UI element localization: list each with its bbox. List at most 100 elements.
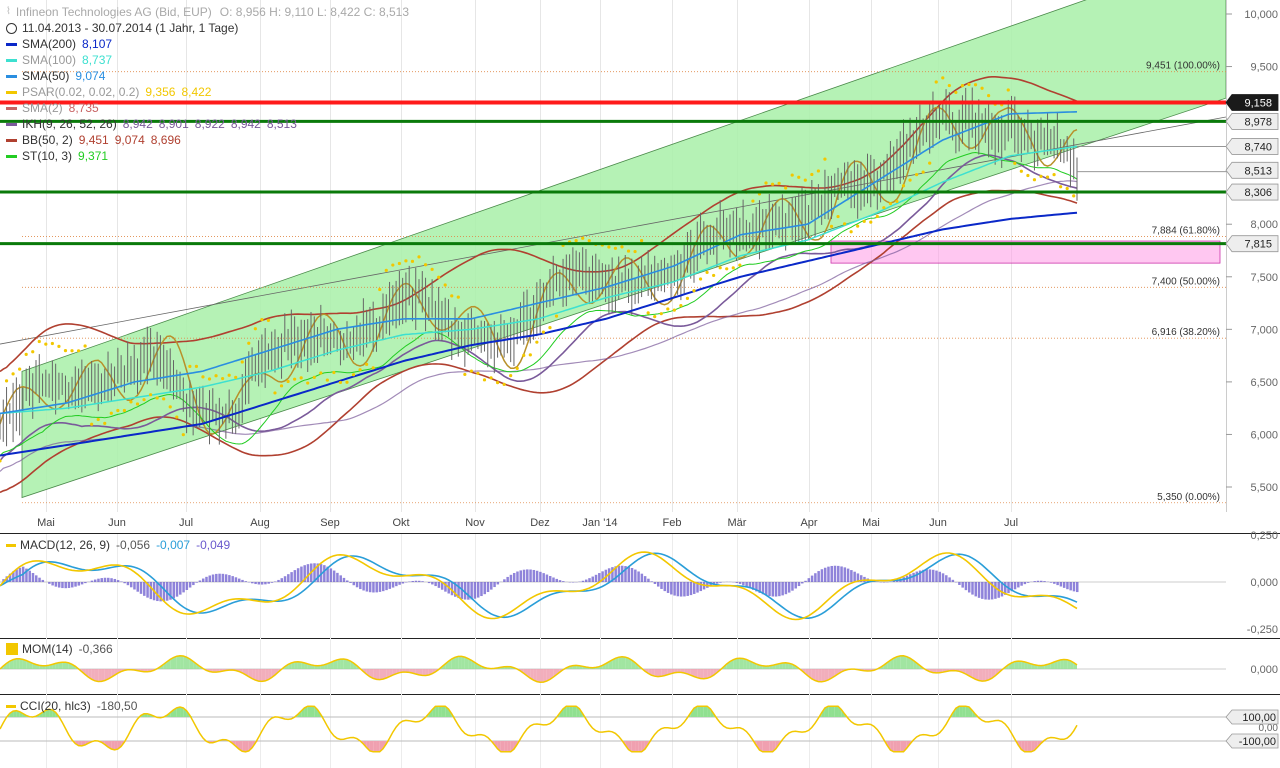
- macd-histogram-bar: [352, 582, 356, 586]
- macd-histogram-bar: [182, 582, 185, 593]
- psar-dot: [109, 411, 113, 415]
- legend-value: 8,942: [122, 117, 153, 131]
- legend-item[interactable]: ST(10, 3) 9,371: [6, 148, 409, 164]
- macd-histogram-bar: [64, 582, 67, 589]
- psar-dot: [888, 202, 893, 206]
- macd-histogram-bar: [51, 582, 54, 586]
- macd-histogram-bar: [270, 582, 274, 583]
- cci-oversold-area: [1027, 741, 1032, 752]
- cci-oversold-area: [369, 741, 374, 752]
- macd-histogram-bar: [951, 579, 955, 582]
- macd-histogram-bar: [143, 582, 146, 596]
- macd-histogram-bar: [673, 582, 676, 596]
- macd-histogram-bar: [591, 576, 595, 582]
- chart-root: { "title": { "instrument": "Infineon Tec…: [0, 0, 1280, 768]
- macd-histogram-bar: [522, 569, 526, 582]
- macd-histogram-bar: [90, 580, 94, 582]
- cci-overbought-area: [569, 706, 573, 717]
- month-label: Okt: [392, 517, 409, 529]
- macd-histogram-bar: [129, 582, 133, 588]
- psar-dot: [371, 366, 375, 370]
- legend-item[interactable]: SMA(200) 8,107: [6, 36, 409, 52]
- psar-dot: [384, 268, 388, 272]
- macd-histogram-bar: [283, 576, 287, 582]
- macd-histogram-bar: [925, 569, 928, 582]
- macd-histogram-bar: [339, 575, 342, 582]
- macd-histogram-bar: [391, 582, 395, 588]
- macd-histogram-bar: [1036, 580, 1040, 582]
- mom-area: [101, 669, 105, 682]
- cci-oversold-area: [1024, 741, 1028, 752]
- macd-histogram-bar: [421, 581, 424, 582]
- legend-value: 9,451: [78, 133, 109, 147]
- psar-dot: [653, 315, 657, 319]
- macd-histogram-bar: [84, 582, 87, 584]
- price-tag-text: 8,513: [1244, 165, 1272, 177]
- psar-dot: [725, 267, 729, 271]
- macd-swatch: [6, 543, 16, 547]
- legend-item[interactable]: BB(50, 2) 9,451 9,074 8,696: [6, 132, 409, 148]
- macd-histogram-bar: [480, 582, 483, 597]
- legend-value: 8,735: [68, 101, 99, 115]
- macd-histogram-bar: [116, 580, 120, 582]
- macd-histogram-bar: [562, 581, 565, 582]
- mom-area: [16, 658, 20, 669]
- cci-oversold-area: [242, 741, 246, 752]
- macd-histogram-bar: [506, 576, 509, 582]
- cci-swatch: [6, 704, 16, 708]
- psar-dot: [679, 304, 683, 308]
- cci-overbought-area: [310, 706, 315, 717]
- psar-dot: [895, 199, 899, 204]
- psar-dot: [142, 398, 146, 402]
- psar-dot: [1026, 173, 1030, 178]
- macd-histogram-bar: [768, 582, 771, 597]
- macd-histogram-bar: [653, 582, 657, 585]
- macd-histogram-bar: [519, 570, 522, 582]
- psar-dot: [908, 178, 912, 182]
- macd-histogram-bar: [264, 582, 267, 585]
- cci-oversold-area: [893, 741, 897, 752]
- legend-item[interactable]: IKH(9, 26, 52, 26) 8,942 8,901 8,922 8,942 8,…: [6, 116, 409, 132]
- macd-histogram-bar: [287, 574, 290, 582]
- cci-overbought-area: [435, 706, 439, 717]
- macd-histogram-bar: [241, 579, 244, 582]
- psar-dot: [666, 307, 670, 311]
- macd-histogram-bar: [692, 582, 696, 594]
- macd-histogram-bar: [967, 582, 971, 593]
- legend-item[interactable]: SMA(2) 8,735: [6, 100, 409, 116]
- psar-dot: [273, 391, 277, 395]
- macd-histogram-bar: [385, 582, 388, 591]
- legend-swatch: [6, 154, 17, 158]
- legend-label: SMA(50): [22, 69, 70, 83]
- psar-dot: [70, 349, 74, 353]
- macd-histogram-bar: [277, 579, 280, 582]
- macd-histogram-bar: [437, 582, 441, 588]
- psar-dot: [1006, 88, 1010, 92]
- macd-histogram-bar: [434, 582, 437, 587]
- macd-histogram-bar: [948, 577, 951, 582]
- legend-item[interactable]: SMA(50) 9,074: [6, 68, 409, 84]
- macd-histogram-bar: [941, 573, 945, 582]
- macd-histogram-bar: [1017, 582, 1020, 588]
- macd-label: MACD(12, 26, 9) -0,056 -0,007 -0,049: [6, 538, 230, 552]
- legend-value: 8,422: [181, 85, 212, 99]
- macd-histogram-bar: [558, 580, 562, 582]
- macd-histogram-bar: [345, 580, 349, 582]
- psar-dot: [234, 375, 238, 379]
- macd-histogram-bar: [398, 582, 401, 585]
- psar-dot: [856, 224, 860, 228]
- macd-histogram-bar: [987, 582, 991, 600]
- psar-dot: [351, 373, 356, 377]
- psar-dot: [299, 376, 303, 380]
- macd-histogram-bar: [296, 568, 300, 582]
- macd-histogram-bar: [293, 570, 297, 582]
- macd-histogram-bar: [136, 582, 139, 592]
- legend-item[interactable]: PSAR(0.02, 0.02, 0.2) 9,356 8,422: [6, 84, 409, 100]
- macd-histogram-bar: [833, 565, 837, 582]
- cci-axis-label: 0,00: [1259, 723, 1279, 734]
- cci-oversold-area: [500, 741, 505, 752]
- psar-dot: [443, 283, 447, 287]
- legend-item[interactable]: SMA(100) 8,737: [6, 52, 409, 68]
- macd-histogram-bar: [1072, 582, 1076, 592]
- legend-value: 9,371: [78, 149, 109, 163]
